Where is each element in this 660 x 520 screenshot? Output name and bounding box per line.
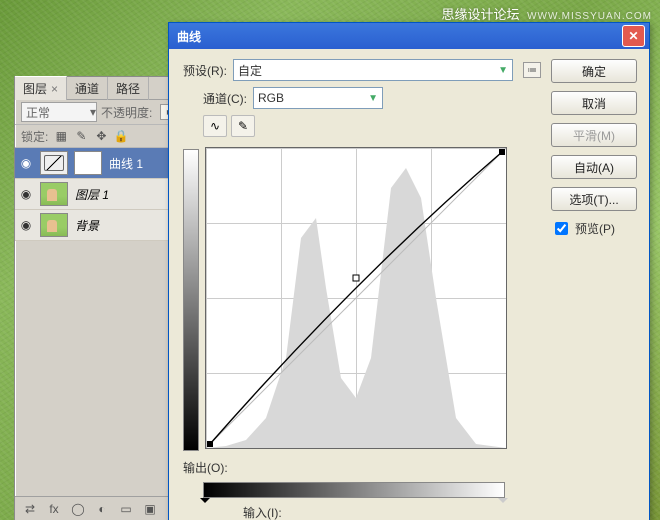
watermark: 思缘设计论坛 WWW.MISSYUAN.COM bbox=[441, 4, 652, 23]
layer-thumb-image[interactable] bbox=[40, 182, 68, 206]
chevron-down-icon: ▾ bbox=[90, 105, 96, 119]
link-icon[interactable]: ⇄ bbox=[23, 502, 37, 516]
eye-icon[interactable]: ◉ bbox=[15, 187, 37, 201]
smooth-button: 平滑(M) bbox=[551, 123, 637, 147]
curves-dialog: 曲线 ✕ 预设(R): 自定 ▼ ≔ 通道(C): RGB ▼ bbox=[168, 22, 650, 520]
close-icon[interactable]: × bbox=[51, 82, 58, 96]
chevron-down-icon: ▼ bbox=[498, 65, 508, 76]
tab-channels[interactable]: 通道 bbox=[67, 77, 108, 100]
fx-icon[interactable]: fx bbox=[47, 502, 61, 516]
titlebar[interactable]: 曲线 ✕ bbox=[169, 23, 649, 49]
preset-label: 预设(R): bbox=[183, 62, 227, 79]
curve-tool-icon[interactable]: ∿ bbox=[203, 115, 227, 137]
new-layer-icon[interactable]: ▣ bbox=[143, 502, 157, 516]
histogram bbox=[206, 148, 506, 448]
channel-select[interactable]: RGB ▼ bbox=[253, 87, 383, 109]
blend-mode-select[interactable]: 正常▾ bbox=[21, 102, 97, 122]
curve-graph[interactable] bbox=[205, 147, 507, 449]
eye-icon[interactable]: ◉ bbox=[15, 218, 37, 232]
watermark-url: WWW.MISSYUAN.COM bbox=[527, 11, 652, 22]
output-gradient bbox=[183, 149, 199, 451]
layer-name: 背景 bbox=[75, 217, 99, 234]
chevron-down-icon: ▼ bbox=[368, 93, 378, 104]
layer-thumb-image[interactable] bbox=[40, 213, 68, 237]
pencil-tool-icon[interactable]: ✎ bbox=[231, 115, 255, 137]
close-button[interactable]: ✕ bbox=[622, 25, 645, 47]
ok-button[interactable]: 确定 bbox=[551, 59, 637, 83]
options-button[interactable]: 选项(T)... bbox=[551, 187, 637, 211]
layer-name: 图层 1 bbox=[75, 186, 109, 203]
preset-select[interactable]: 自定 ▼ bbox=[233, 59, 513, 81]
lock-brush-icon[interactable]: ✎ bbox=[74, 129, 88, 143]
auto-button[interactable]: 自动(A) bbox=[551, 155, 637, 179]
eye-icon[interactable]: ◉ bbox=[15, 156, 37, 170]
channel-label: 通道(C): bbox=[203, 90, 247, 107]
watermark-text: 思缘设计论坛 bbox=[441, 7, 519, 22]
tab-layers[interactable]: 图层× bbox=[15, 76, 67, 100]
layer-name: 曲线 1 bbox=[109, 155, 143, 172]
lock-all-icon[interactable]: 🔒 bbox=[114, 129, 128, 143]
preview-checkbox[interactable]: 预览(P) bbox=[551, 219, 637, 238]
mask-icon[interactable]: ◯ bbox=[71, 502, 85, 516]
adjust-icon[interactable]: ◐ bbox=[95, 502, 109, 516]
tab-paths[interactable]: 路径 bbox=[108, 77, 149, 100]
lock-move-icon[interactable]: ✥ bbox=[94, 129, 108, 143]
input-label: 输入(I): bbox=[243, 504, 282, 520]
preset-menu-icon[interactable]: ≔ bbox=[523, 62, 541, 78]
dialog-title: 曲线 bbox=[177, 28, 201, 45]
opacity-label: 不透明度: bbox=[101, 104, 152, 121]
lock-transparent-icon[interactable]: ▦ bbox=[54, 129, 68, 143]
layer-thumb-mask[interactable] bbox=[74, 151, 102, 175]
cancel-button[interactable]: 取消 bbox=[551, 91, 637, 115]
output-label: 输出(O): bbox=[183, 459, 228, 476]
layer-thumb-curves[interactable] bbox=[40, 151, 68, 175]
folder-icon[interactable]: ▭ bbox=[119, 502, 133, 516]
input-gradient[interactable] bbox=[203, 482, 505, 498]
lock-label: 锁定: bbox=[21, 128, 48, 145]
